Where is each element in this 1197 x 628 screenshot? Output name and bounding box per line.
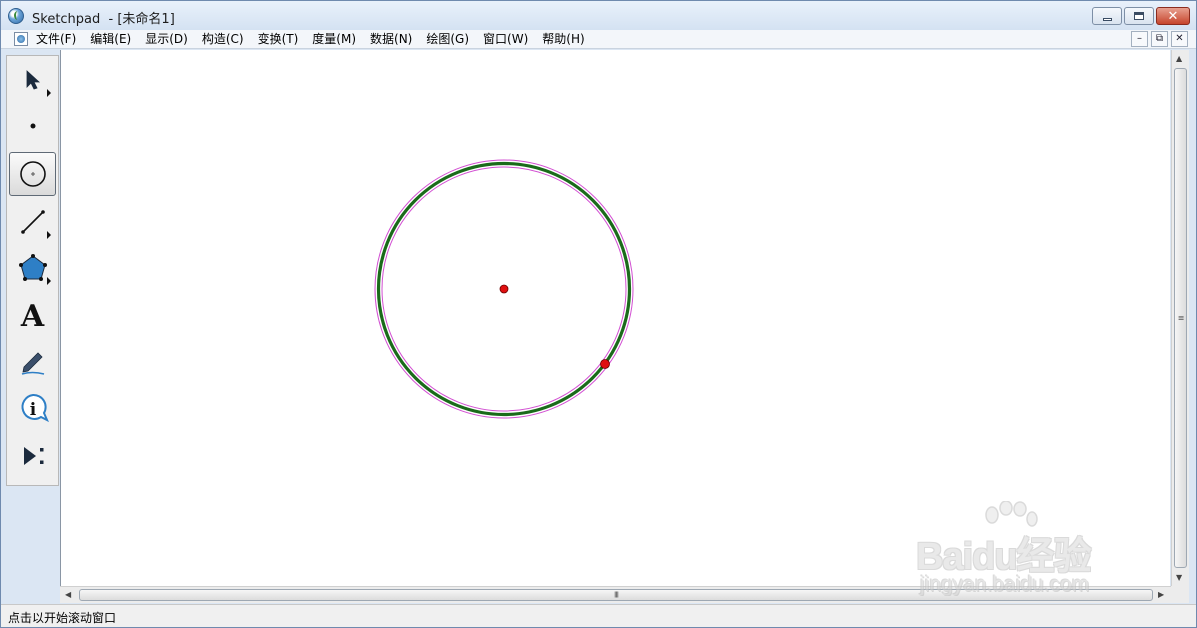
point-tool[interactable] bbox=[9, 104, 56, 148]
straightedge-tool[interactable] bbox=[9, 200, 56, 244]
custom-tools-icon bbox=[23, 447, 43, 465]
status-bar: 点击以开始滚动窗口 bbox=[1, 604, 1196, 627]
close-button[interactable]: ✕ bbox=[1156, 7, 1190, 25]
radius-point[interactable] bbox=[600, 359, 610, 369]
horizontal-grip: III bbox=[613, 590, 619, 600]
menu-display[interactable]: 显示(D) bbox=[145, 31, 188, 47]
menu-construct[interactable]: 构造(C) bbox=[202, 31, 244, 47]
text-tool-label: A bbox=[20, 298, 45, 334]
segment-icon bbox=[20, 210, 45, 234]
center-point[interactable] bbox=[499, 284, 509, 294]
watermark-url: jingyan.baidu.com bbox=[920, 573, 1090, 596]
point-icon bbox=[30, 123, 35, 129]
marker-tool[interactable] bbox=[9, 340, 56, 384]
polygon-tool[interactable] bbox=[9, 246, 56, 290]
menu-window[interactable]: 窗口(W) bbox=[483, 31, 528, 47]
title-bar[interactable]: Sketchpad - [未命名1] ✕ bbox=[1, 1, 1196, 30]
scroll-up-arrow-icon[interactable]: ▲ bbox=[1176, 54, 1182, 63]
toolbox: A i bbox=[6, 55, 59, 486]
submenu-arrow-icon bbox=[47, 277, 51, 285]
information-icon: i bbox=[21, 393, 49, 423]
vertical-scroll-thumb[interactable]: ≡ bbox=[1174, 68, 1187, 568]
document-minimize-button[interactable]: – bbox=[1131, 31, 1148, 47]
window-title: Sketchpad - [未命名1] bbox=[32, 12, 175, 27]
minimize-icon bbox=[1102, 17, 1112, 21]
pentagon-icon bbox=[18, 254, 47, 281]
scroll-corner bbox=[1171, 586, 1189, 603]
scroll-down-arrow-icon[interactable]: ▼ bbox=[1176, 573, 1182, 582]
vertical-scrollbar[interactable]: ▲ ≡ ▼ bbox=[1171, 50, 1189, 586]
document-close-button[interactable]: ✕ bbox=[1171, 31, 1188, 47]
marker-pen-icon bbox=[21, 352, 44, 375]
compass-circle-icon bbox=[19, 161, 46, 187]
baidu-watermark: Baidu经验 jingyan.baidu.com bbox=[916, 501, 1136, 601]
document-window-controls: – ⧉ ✕ bbox=[1131, 31, 1188, 47]
menu-help[interactable]: 帮助(H) bbox=[542, 31, 584, 47]
arrow-tool[interactable] bbox=[9, 58, 56, 102]
scroll-left-arrow-icon[interactable]: ◀ bbox=[65, 590, 71, 599]
submenu-arrow-icon bbox=[47, 89, 51, 97]
menu-measure[interactable]: 度量(M) bbox=[312, 31, 356, 47]
arrow-icon bbox=[26, 70, 40, 90]
menu-edit[interactable]: 编辑(E) bbox=[90, 31, 131, 47]
vertical-grip: ≡ bbox=[1177, 313, 1185, 323]
sketchpad-window: Sketchpad - [未命名1] ✕ 文件(F) 编辑(E) 显示(D) 构… bbox=[0, 0, 1197, 628]
menu-bar: 文件(F) 编辑(E) 显示(D) 构造(C) 变换(T) 度量(M) 数据(N… bbox=[1, 30, 1196, 49]
menu-items: 文件(F) 编辑(E) 显示(D) 构造(C) 变换(T) 度量(M) 数据(N… bbox=[36, 31, 599, 47]
text-tool[interactable]: A bbox=[9, 294, 56, 338]
submenu-arrow-icon bbox=[47, 231, 51, 239]
restore-icon bbox=[1134, 12, 1144, 20]
information-tool[interactable]: i bbox=[9, 386, 56, 430]
window-controls: ✕ bbox=[1092, 7, 1190, 25]
minimize-button[interactable] bbox=[1092, 7, 1122, 25]
status-text: 点击以开始滚动窗口 bbox=[8, 611, 117, 625]
menu-data[interactable]: 数据(N) bbox=[370, 31, 412, 47]
maximize-button[interactable] bbox=[1124, 7, 1154, 25]
menu-file[interactable]: 文件(F) bbox=[36, 31, 76, 47]
sketchpad-app-icon[interactable] bbox=[8, 8, 24, 24]
svg-text:i: i bbox=[29, 400, 36, 420]
document-restore-button[interactable]: ⧉ bbox=[1151, 31, 1168, 47]
scroll-right-arrow-icon[interactable]: ▶ bbox=[1158, 590, 1164, 599]
close-icon: ✕ bbox=[1167, 8, 1179, 24]
compass-tool[interactable] bbox=[9, 152, 56, 196]
menu-graph[interactable]: 绘图(G) bbox=[426, 31, 469, 47]
menu-transform[interactable]: 变换(T) bbox=[258, 31, 299, 47]
watermark-brand: Baidu经验 bbox=[916, 536, 1092, 578]
document-icon[interactable] bbox=[14, 32, 28, 46]
custom-tool[interactable] bbox=[9, 434, 56, 478]
